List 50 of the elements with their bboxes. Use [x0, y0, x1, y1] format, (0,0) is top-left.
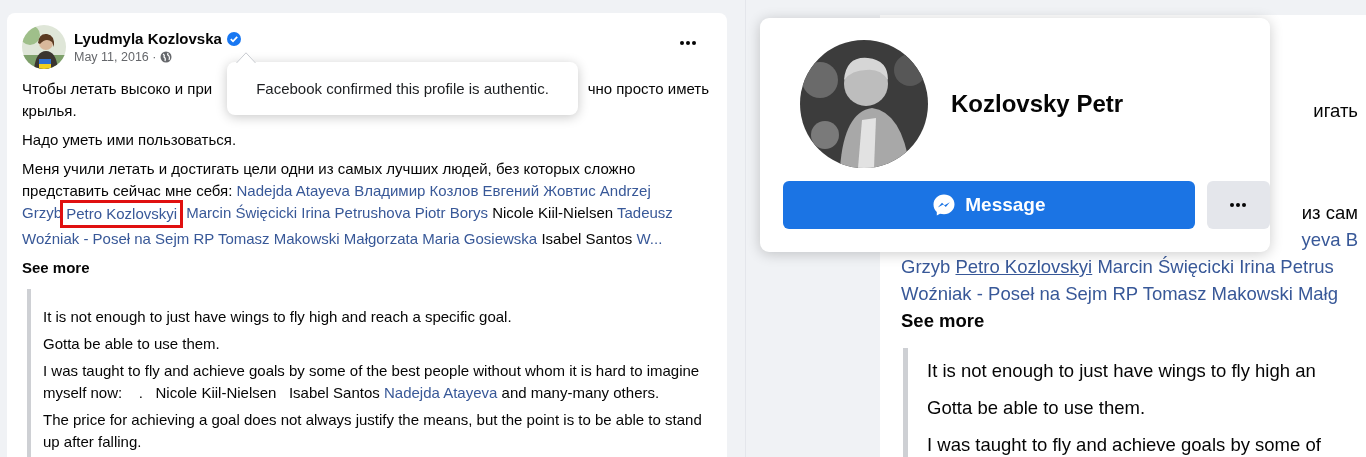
profile-link[interactable]: Nadejda Atayeva: [383, 384, 498, 401]
profile-link[interactable]: Małgorzata Maria Gosiewska: [343, 230, 538, 247]
profile-link[interactable]: Petro Kozlovskyi: [955, 256, 1093, 277]
profile-link[interactable]: Andrzej: [599, 182, 651, 199]
profile-link[interactable]: Nadejda Atayeva: [236, 182, 350, 199]
profile-link[interactable]: Woźniak - Poseł na Sejm RP: [22, 230, 215, 247]
post-text: Меня учили летать и достигать цели одни из самых лучших людей, без которых сложно представить сейчас мне себя: Nadejda Atayeva Владимир Козлов Евгений Жовтис Andrzej Grzyb Petro Kozlovskyi Marcin Święcicki Irina Petrushova Piotr Borys Nicole Kiil-Nielsen Tadeusz Woźniak - Poseł na Sejm RP Tomasz Makowski Małgorzata Maria Gosiewska Isabel Santos W...: [22, 159, 674, 249]
more-icon: [1230, 203, 1247, 207]
profile-link[interactable]: Grzyb: [22, 204, 62, 221]
messenger-icon: [932, 193, 957, 217]
post-text: Чтобы летать высоко и при: [22, 79, 213, 99]
profile-link[interactable]: Marcin Święcicki: [186, 204, 298, 221]
post-text: Gotta be able to use them.: [43, 334, 221, 354]
message-button[interactable]: Message: [783, 181, 1195, 229]
profile-link[interactable]: В: [1345, 229, 1358, 250]
profile-link[interactable]: Piotr Borys: [414, 204, 489, 221]
author-name[interactable]: Lyudmyla Kozlovska: [74, 30, 222, 47]
globe-icon: [160, 51, 173, 63]
profile-link[interactable]: Marcin Święcicki: [1097, 256, 1235, 277]
verified-badge-icon[interactable]: [226, 31, 241, 46]
profile-link[interactable]: Tomasz Makowski: [217, 230, 340, 247]
more-icon: [680, 41, 696, 45]
see-more-link[interactable]: See more: [901, 310, 985, 331]
profile-link[interactable]: Евгений Жовтис: [482, 182, 596, 199]
see-more-link[interactable]: See more: [22, 257, 90, 279]
profile-link[interactable]: W...: [636, 230, 663, 247]
profile-name[interactable]: Kozlovsky Petr: [951, 90, 1124, 118]
profile-link[interactable]: Irina Petrus: [1239, 256, 1334, 277]
post-text: Gotta be able to use them.: [927, 396, 1147, 420]
highlighted-profile-link[interactable]: Petro Kozlovskyi: [60, 200, 184, 228]
post-text: из сам: [1301, 201, 1358, 225]
profile-link[interactable]: Irina Petrushova: [301, 204, 411, 221]
post-date[interactable]: May 11, 2016 ·: [74, 50, 157, 64]
post-text: The price for achieving a goal does not always justify the means, but the point is to be able to stand up after falling.: [43, 410, 703, 452]
profile-link[interactable]: Małg: [1297, 283, 1338, 304]
post-text: I was taught to fly and achieve goals by some of the best people without whom it is hard to imagine myself now: . Nicole Kiil-Nielsen Isabel Santos Nadejda Atayeva and many-many others.: [43, 361, 701, 403]
profile-link[interactable]: yeva: [1301, 229, 1341, 250]
post-text: игать: [1313, 99, 1358, 123]
post-text: It is not enough to just have wings to fly high and reach a specific goal.: [43, 307, 513, 327]
profile-link[interactable]: Grzyb: [901, 256, 951, 277]
post-text: I was taught to fly and achieve goals by some of: [927, 433, 1322, 457]
profile-link[interactable]: Владимир Козлов: [354, 182, 479, 199]
post-text: It is not enough to just have wings to fly high an: [927, 359, 1317, 383]
profile-link[interactable]: Tadeusz: [617, 204, 673, 221]
tooltip-text: Facebook confirmed this profile is authentic.: [256, 80, 549, 97]
profile-link[interactable]: Tomasz Makowski: [1142, 283, 1293, 304]
post-text: Надо уметь ими пользоваться.: [22, 131, 237, 148]
profile-link[interactable]: Woźniak - Poseł na Sejm RP: [901, 283, 1138, 304]
post-text: крылья.: [22, 101, 78, 121]
post-text: чно просто иметь: [587, 79, 709, 99]
